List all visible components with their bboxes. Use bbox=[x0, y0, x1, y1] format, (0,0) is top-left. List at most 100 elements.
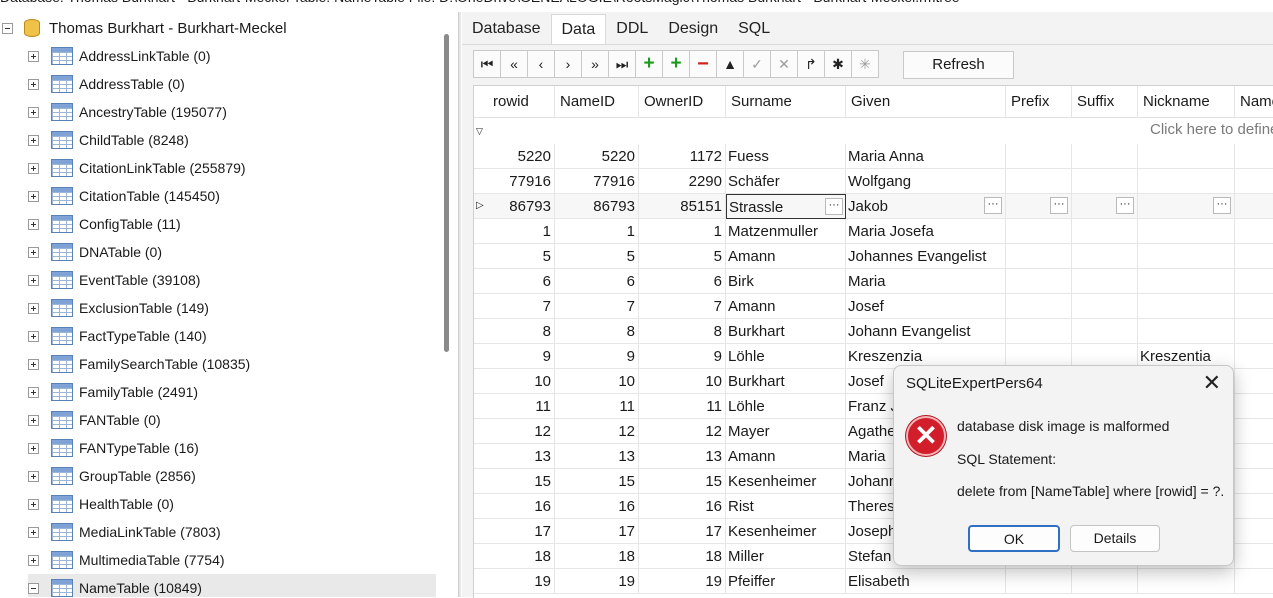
table-row[interactable]: 77916 77916 2290 Schäfer Wolfgang bbox=[474, 169, 1273, 194]
cell-prefix[interactable] bbox=[1006, 244, 1072, 269]
cell-prefix[interactable] bbox=[1006, 219, 1072, 244]
table-row[interactable]: 7 7 7 Amann Josef bbox=[474, 294, 1273, 319]
cell-rowid[interactable]: 13 bbox=[488, 444, 555, 469]
cell-surname[interactable]: Rist bbox=[726, 494, 846, 519]
tree-item[interactable]: FactTypeTable (140) bbox=[28, 322, 207, 350]
asterisk-disabled-button[interactable]: ✳ bbox=[851, 50, 879, 78]
cell-rowid[interactable]: 19 bbox=[488, 569, 555, 594]
column-header-prefix[interactable]: Prefix bbox=[1006, 86, 1072, 118]
cell-name[interactable] bbox=[1235, 144, 1273, 169]
cell-name[interactable] bbox=[1235, 194, 1273, 219]
cell-suffix[interactable] bbox=[1072, 219, 1138, 244]
cell-prefix[interactable] bbox=[1006, 144, 1072, 169]
tree-item[interactable]: GroupTable (2856) bbox=[28, 462, 196, 490]
column-header-nickname[interactable]: Nickname bbox=[1138, 86, 1235, 118]
cell-suffix[interactable] bbox=[1072, 569, 1138, 594]
asterisk-button[interactable]: ✱ bbox=[824, 50, 852, 78]
cell-nameid[interactable]: 86793 bbox=[555, 194, 639, 219]
cell-given[interactable]: Johannes Evangelist bbox=[846, 244, 1006, 269]
cell-name[interactable] bbox=[1235, 269, 1273, 294]
cell-rowid[interactable]: 86793 bbox=[488, 194, 555, 219]
tree-item[interactable]: CitationLinkTable (255879) bbox=[28, 154, 246, 182]
cell-ownerid[interactable]: 1 bbox=[639, 219, 726, 244]
cell-ownerid[interactable]: 85151 bbox=[639, 194, 726, 219]
tab-sql[interactable]: SQL bbox=[728, 14, 780, 44]
cell-name[interactable] bbox=[1235, 169, 1273, 194]
panel-splitter[interactable] bbox=[458, 12, 461, 597]
expand-icon[interactable] bbox=[28, 302, 39, 314]
cell-name[interactable] bbox=[1235, 319, 1273, 344]
cell-nameid[interactable]: 18 bbox=[555, 544, 639, 569]
ellipsis-button[interactable]: ··· bbox=[984, 197, 1002, 214]
cell-name[interactable] bbox=[1235, 244, 1273, 269]
cell-suffix[interactable] bbox=[1072, 244, 1138, 269]
expand-icon[interactable] bbox=[28, 330, 39, 342]
tab-design[interactable]: Design bbox=[658, 14, 728, 44]
cell-prefix[interactable]: ··· bbox=[1006, 194, 1072, 219]
expand-icon[interactable] bbox=[28, 106, 39, 118]
expand-icon[interactable] bbox=[28, 442, 39, 454]
cell-surname[interactable]: Matzenmuller bbox=[726, 219, 846, 244]
cell-surname[interactable]: Löhle bbox=[726, 394, 846, 419]
cell-surname[interactable]: Burkhart bbox=[726, 369, 846, 394]
cell-name[interactable] bbox=[1235, 344, 1273, 369]
tree-item[interactable]: ExclusionTable (149) bbox=[28, 294, 209, 322]
next-record-button[interactable]: › bbox=[554, 50, 582, 78]
ellipsis-button[interactable]: ··· bbox=[825, 198, 843, 215]
cell-ownerid[interactable]: 10 bbox=[639, 369, 726, 394]
tree-item[interactable]: CitationTable (145450) bbox=[28, 182, 220, 210]
close-icon[interactable]: ✕ bbox=[1203, 371, 1221, 395]
column-header-rowid[interactable]: rowid bbox=[488, 86, 555, 118]
tree-item[interactable]: AddressLinkTable (0) bbox=[28, 42, 211, 70]
cell-surname[interactable]: Löhle bbox=[726, 344, 846, 369]
cell-ownerid[interactable]: 9 bbox=[639, 344, 726, 369]
cell-rowid[interactable]: 8 bbox=[488, 319, 555, 344]
cell-rowid[interactable]: 9 bbox=[488, 344, 555, 369]
tree-item[interactable]: DNATable (0) bbox=[28, 238, 162, 266]
cell-nameid[interactable]: 13 bbox=[555, 444, 639, 469]
cell-rowid[interactable]: 16 bbox=[488, 494, 555, 519]
expand-icon[interactable] bbox=[28, 50, 39, 62]
cell-name[interactable] bbox=[1235, 544, 1273, 569]
cell-prefix[interactable] bbox=[1006, 569, 1072, 594]
cell-nickname[interactable] bbox=[1138, 144, 1235, 169]
append-button[interactable]: + bbox=[662, 50, 690, 78]
expand-icon[interactable] bbox=[28, 246, 39, 258]
ellipsis-button[interactable]: ··· bbox=[1116, 197, 1134, 214]
expand-icon[interactable] bbox=[28, 526, 39, 538]
expand-icon[interactable] bbox=[28, 78, 39, 90]
collapse-icon[interactable] bbox=[28, 582, 39, 594]
cell-suffix[interactable]: ··· bbox=[1072, 194, 1138, 219]
cell-surname[interactable]: Birk bbox=[726, 269, 846, 294]
cell-ownerid[interactable]: 1172 bbox=[639, 144, 726, 169]
cell-surname[interactable]: Kesenheimer bbox=[726, 519, 846, 544]
cell-rowid[interactable]: 1 bbox=[488, 219, 555, 244]
tree-item[interactable]: MediaLinkTable (7803) bbox=[28, 518, 221, 546]
cell-nickname[interactable] bbox=[1138, 244, 1235, 269]
cell-ownerid[interactable]: 17 bbox=[639, 519, 726, 544]
cell-surname[interactable]: Mayer bbox=[726, 419, 846, 444]
cell-name[interactable] bbox=[1235, 519, 1273, 544]
cell-nickname[interactable] bbox=[1138, 569, 1235, 594]
table-row[interactable]: 5220 5220 1172 Fuess Maria Anna bbox=[474, 144, 1273, 169]
cell-rowid[interactable]: 77916 bbox=[488, 169, 555, 194]
cell-nameid[interactable]: 12 bbox=[555, 419, 639, 444]
post-button[interactable]: ✓ bbox=[743, 50, 771, 78]
cell-nameid[interactable]: 5 bbox=[555, 244, 639, 269]
table-row[interactable]: 6 6 6 Birk Maria bbox=[474, 269, 1273, 294]
table-row[interactable]: 8 8 8 Burkhart Johann Evangelist bbox=[474, 319, 1273, 344]
tree-item[interactable]: FANTable (0) bbox=[28, 406, 161, 434]
cell-rowid[interactable]: 10 bbox=[488, 369, 555, 394]
cell-ownerid[interactable]: 5 bbox=[639, 244, 726, 269]
cell-nameid[interactable]: 1 bbox=[555, 219, 639, 244]
cell-name[interactable] bbox=[1235, 419, 1273, 444]
cell-nameid[interactable]: 10 bbox=[555, 369, 639, 394]
ok-button[interactable]: OK bbox=[968, 525, 1060, 552]
tree-item[interactable]: FANTypeTable (16) bbox=[28, 434, 199, 462]
cell-suffix[interactable] bbox=[1072, 294, 1138, 319]
cell-nickname[interactable] bbox=[1138, 319, 1235, 344]
cell-name[interactable] bbox=[1235, 294, 1273, 319]
cell-rowid[interactable]: 11 bbox=[488, 394, 555, 419]
cell-ownerid[interactable]: 19 bbox=[639, 569, 726, 594]
cell-surname[interactable]: Miller bbox=[726, 544, 846, 569]
